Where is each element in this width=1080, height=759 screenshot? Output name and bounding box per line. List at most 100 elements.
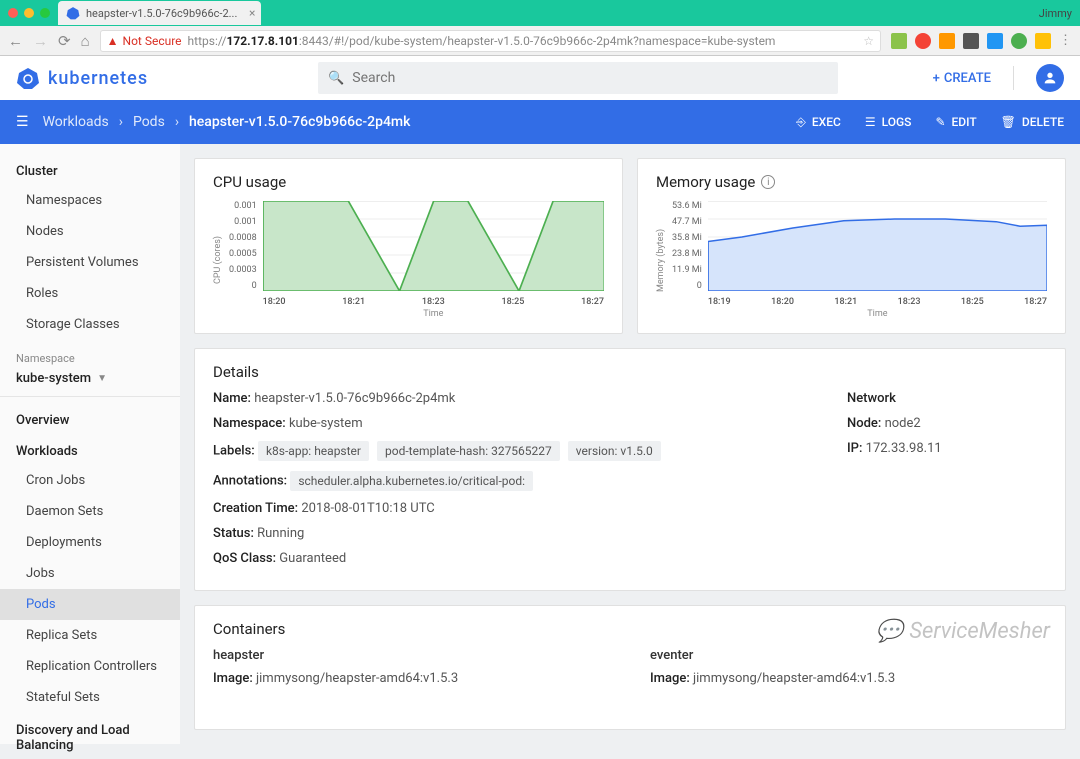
label-chip[interactable]: pod-template-hash: 327565227 (377, 441, 560, 461)
breadcrumb-workloads[interactable]: Workloads (43, 114, 109, 130)
sidebar-discovery-header[interactable]: Discovery and Load Balancing (0, 713, 180, 759)
cpu-x-ticks: 18:2018:2118:2318:2518:27 (263, 297, 604, 307)
sidebar-item-nodes[interactable]: Nodes (0, 216, 180, 247)
mem-y-label: Memory (bytes) (656, 201, 666, 319)
ext-icon[interactable] (891, 33, 907, 49)
detail-node: Node: node2 (847, 416, 1047, 431)
minimize-window[interactable] (24, 8, 34, 18)
window-controls (8, 8, 50, 18)
sidebar-item-replica-sets[interactable]: Replica Sets (0, 620, 180, 651)
sidebar-item-stateful-sets[interactable]: Stateful Sets (0, 682, 180, 713)
wechat-icon: 💬 (876, 619, 903, 644)
home-button[interactable]: ⌂ (81, 32, 90, 50)
details-title: Details (213, 363, 1047, 381)
url-text: https://172.17.8.101:8443/#!/pod/kube-sy… (188, 34, 776, 48)
tab-title: heapster-v1.5.0-76c9b966c-2... (86, 7, 237, 20)
container-name: heapster (213, 648, 610, 663)
cpu-y-label: CPU (cores) (213, 201, 223, 319)
info-icon[interactable]: i (761, 175, 775, 189)
browser-profile[interactable]: Jimmy (1039, 7, 1072, 20)
cpu-x-label: Time (263, 309, 604, 319)
sidebar-item-persistent-volumes[interactable]: Persistent Volumes (0, 247, 180, 278)
person-icon (1042, 70, 1058, 86)
exec-button[interactable]: ⎆EXEC (796, 115, 841, 130)
chevron-down-icon: ▼ (97, 373, 107, 384)
maximize-window[interactable] (40, 8, 50, 18)
sidebar-item-storage-classes[interactable]: Storage Classes (0, 309, 180, 340)
sidebar: Cluster NamespacesNodesPersistent Volume… (0, 144, 180, 744)
breadcrumb-pods[interactable]: Pods (133, 114, 165, 130)
action-bar: ⎆EXEC ☰LOGS ✎EDIT 🗑DELETE (796, 115, 1064, 130)
forward-button[interactable]: → (33, 32, 48, 50)
detail-name: Name: heapster-v1.5.0-76c9b966c-2p4mk (213, 391, 807, 406)
chevron-right-icon: › (119, 114, 123, 130)
sidebar-item-cron-jobs[interactable]: Cron Jobs (0, 465, 180, 496)
container-eventer: eventer Image: jimmysong/heapster-amd64:v… (650, 648, 1047, 696)
sidebar-workloads-header[interactable]: Workloads (0, 434, 180, 465)
create-button[interactable]: + CREATE (933, 71, 991, 86)
label-chip[interactable]: version: v1.5.0 (568, 441, 661, 461)
search-input[interactable] (352, 70, 828, 86)
sidebar-item-daemon-sets[interactable]: Daemon Sets (0, 496, 180, 527)
ext-icon[interactable] (939, 33, 955, 49)
kubernetes-icon (66, 6, 80, 20)
close-window[interactable] (8, 8, 18, 18)
url-input[interactable]: ▲ Not Secure https://172.17.8.101:8443/#… (100, 30, 881, 52)
detail-ip: IP: 172.33.98.11 (847, 441, 1047, 456)
sidebar-item-namespaces[interactable]: Namespaces (0, 185, 180, 216)
ext-icon[interactable] (1035, 33, 1051, 49)
breadcrumb: Workloads › Pods › heapster-v1.5.0-76c9b… (43, 114, 411, 130)
container-heapster: heapster Image: jimmysong/heapster-amd64:… (213, 648, 610, 696)
detail-annotations: Annotations: scheduler.alpha.kubernetes.… (213, 471, 807, 491)
sidebar-cluster-header[interactable]: Cluster (0, 154, 180, 185)
menu-icon[interactable]: ⋮ (1059, 33, 1072, 48)
reload-button[interactable]: ⟳ (58, 32, 71, 50)
back-button[interactable]: ← (8, 32, 23, 50)
container-image: Image: jimmysong/heapster-amd64:v1.5.3 (213, 671, 610, 686)
app-header: kubernetes 🔍 + CREATE (0, 56, 1080, 100)
namespace-select[interactable]: kube-system ▼ (0, 367, 180, 397)
memory-chart-card: Memory usage i Memory (bytes) 53.6 Mi47.… (637, 158, 1066, 334)
trash-icon: 🗑 (1001, 115, 1016, 129)
sidebar-item-pods[interactable]: Pods (0, 589, 180, 620)
address-bar: ← → ⟳ ⌂ ▲ Not Secure https://172.17.8.10… (0, 26, 1080, 56)
memory-chart (708, 201, 1047, 291)
watermark: 💬 ServiceMesher (876, 619, 1050, 644)
kubernetes-logo[interactable]: kubernetes (16, 66, 148, 90)
breadcrumb-current: heapster-v1.5.0-76c9b966c-2p4mk (189, 114, 410, 130)
chevron-right-icon: › (175, 114, 179, 130)
container-image: Image: jimmysong/heapster-amd64:v1.5.3 (650, 671, 1047, 686)
namespace-label: Namespace (0, 340, 180, 367)
container-name: eventer (650, 648, 1047, 663)
delete-button[interactable]: 🗑DELETE (1001, 115, 1064, 129)
label-chip[interactable]: k8s-app: heapster (258, 441, 369, 461)
sidebar-overview[interactable]: Overview (0, 403, 180, 434)
sidebar-item-jobs[interactable]: Jobs (0, 558, 180, 589)
memory-chart-title: Memory usage i (656, 173, 1047, 191)
network-header: Network (847, 391, 1047, 406)
sidebar-item-deployments[interactable]: Deployments (0, 527, 180, 558)
search-box[interactable]: 🔍 (318, 62, 838, 94)
pencil-icon: ✎ (935, 115, 945, 129)
browser-tab[interactable]: heapster-v1.5.0-76c9b966c-2... (58, 1, 261, 25)
extensions: ⋮ (891, 33, 1072, 49)
cpu-chart-card: CPU usage CPU (cores) 0.0010.0010.00080.… (194, 158, 623, 334)
ext-icon[interactable] (1011, 33, 1027, 49)
search-icon: 🔍 (328, 71, 344, 86)
logs-button[interactable]: ☰LOGS (865, 115, 912, 129)
sidebar-item-replication-controllers[interactable]: Replication Controllers (0, 651, 180, 682)
detail-qos: QoS Class: Guaranteed (213, 551, 807, 566)
hamburger-icon[interactable]: ☰ (16, 114, 29, 130)
sidebar-item-roles[interactable]: Roles (0, 278, 180, 309)
bookmark-icon[interactable]: ☆ (863, 34, 874, 48)
annotation-chip[interactable]: scheduler.alpha.kubernetes.io/critical-p… (290, 471, 533, 491)
ext-icon[interactable] (915, 33, 931, 49)
ext-icon[interactable] (963, 33, 979, 49)
ext-icon[interactable] (987, 33, 1003, 49)
edit-button[interactable]: ✎EDIT (935, 115, 976, 129)
kubernetes-icon (16, 66, 40, 90)
cpu-y-ticks: 0.0010.0010.00080.00050.00030 (229, 201, 257, 291)
mem-x-ticks: 18:1918:2018:2118:2318:2518:27 (708, 297, 1047, 307)
user-avatar[interactable] (1036, 64, 1064, 92)
detail-namespace: Namespace: kube-system (213, 416, 807, 431)
